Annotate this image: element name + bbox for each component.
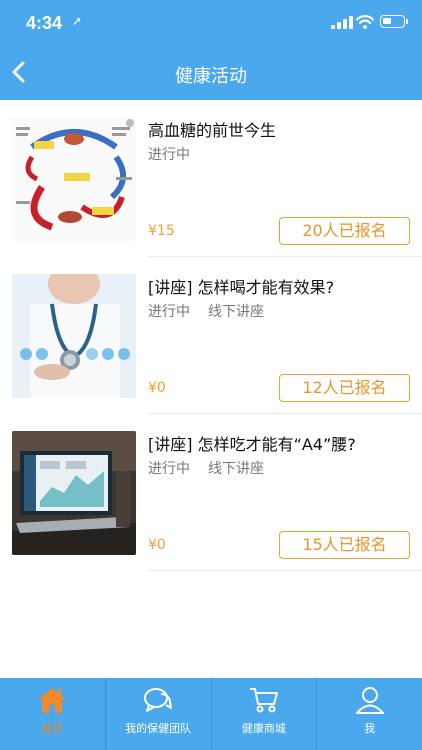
activity-mode: 线下讲座 <box>208 461 264 477</box>
activity-price: ¥15 <box>148 223 175 239</box>
activity-item-drink-lecture[interactable]: [讲座] 怎样喝才能有效果? 进行中 线下讲座 ¥0 12人已报名 <box>0 257 422 414</box>
tab-home[interactable]: 首页 <box>0 678 105 750</box>
activity-title: 高血糖的前世今生 <box>148 121 277 140</box>
wifi-icon <box>356 15 374 29</box>
activity-item-blood-sugar[interactable]: 高血糖的前世今生 进行中 ¥15 20人已报名 <box>0 100 422 257</box>
activity-status: 进行中 <box>148 304 190 320</box>
tab-my-health-team[interactable]: 我的保健团队 <box>104 678 211 750</box>
activity-meta: 进行中 线下讲座 <box>148 458 264 478</box>
activity-meta: 进行中 线下讲座 <box>148 301 264 321</box>
tab-label: 我的保健团队 <box>125 722 192 735</box>
activity-status: 进行中 <box>148 461 190 477</box>
battery-icon <box>380 15 408 28</box>
activity-title: [讲座] 怎样喝才能有效果? <box>148 278 335 297</box>
activity-title: [讲座] 怎样吃才能有“A4”腰? <box>148 435 356 454</box>
tab-me[interactable]: 我 <box>316 678 422 750</box>
chat-icon <box>144 688 173 712</box>
user-icon <box>355 687 384 714</box>
activity-status: 进行中 <box>148 147 190 163</box>
signup-count-button[interactable]: 20人已报名 <box>279 217 410 245</box>
activity-mode: 线下讲座 <box>208 304 264 320</box>
activity-list: 高血糖的前世今生 进行中 ¥15 20人已报名 [讲座] 怎样喝才能有效果? 进… <box>0 100 422 571</box>
activity-thumbnail-diagram <box>12 117 136 241</box>
tab-label: 健康商城 <box>241 722 286 735</box>
status-time: 4:34 <box>26 13 63 33</box>
page-title: 健康活动 <box>175 66 247 87</box>
signup-count-button[interactable]: 12人已报名 <box>279 374 410 402</box>
status-bar: 4:34 ➚ <box>0 0 422 44</box>
tab-health-mall[interactable]: 健康商城 <box>210 678 317 750</box>
signal-icon <box>331 16 353 29</box>
activity-thumbnail-doctor <box>12 274 136 398</box>
nav-bar: 健康活动 <box>0 44 422 100</box>
home-icon <box>38 688 67 713</box>
activity-meta: 进行中 <box>148 144 190 164</box>
signup-count-button[interactable]: 15人已报名 <box>279 531 410 559</box>
activity-price: ¥0 <box>148 537 166 553</box>
activity-item-eat-lecture[interactable]: [讲座] 怎样吃才能有“A4”腰? 进行中 线下讲座 ¥0 15人已报名 <box>0 414 422 571</box>
divider <box>148 570 422 571</box>
location-arrow-icon: ➚ <box>72 14 83 28</box>
tab-label: 我 <box>364 722 376 735</box>
tab-label: 首页 <box>41 722 64 735</box>
cart-icon <box>249 688 278 713</box>
bottom-tab-bar: 首页 我的保健团队 健康商城 我 <box>0 678 422 750</box>
activity-price: ¥0 <box>148 380 166 396</box>
activity-thumbnail-laptop <box>12 431 136 555</box>
